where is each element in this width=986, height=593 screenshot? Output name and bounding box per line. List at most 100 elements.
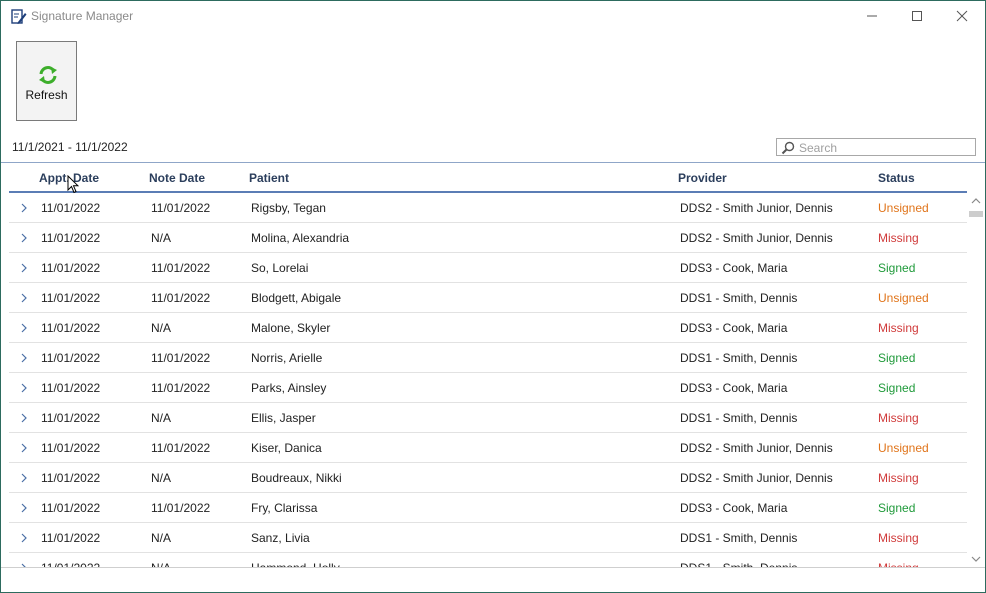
status-cell: Missing: [878, 231, 919, 245]
maximize-icon: [912, 11, 922, 21]
signatures-grid: Appt. Date Note Date Patient Provider St…: [1, 162, 985, 567]
table-row[interactable]: 11/01/2022N/AHammond, HollyDDS1 - Smith,…: [9, 553, 967, 567]
expand-chevron-icon[interactable]: [19, 292, 29, 304]
appt-date-cell: 11/01/2022: [41, 261, 101, 275]
provider-cell: DDS1 - Smith, Dennis: [680, 531, 798, 545]
table-row[interactable]: 11/01/2022 11/01/2022 Fry, Clarissa DDS3 - …: [9, 493, 967, 523]
scroll-down-icon[interactable]: [970, 555, 982, 563]
status-bar: [1, 567, 985, 592]
patient-cell: Fry, Clarissa: [251, 501, 318, 515]
patient-cell: So, Lorelai: [251, 261, 309, 275]
status-cell: Missing: [878, 411, 919, 425]
provider-cell: DDS1 - Smith, Dennis: [680, 351, 798, 365]
note-date-cell: N/A: [151, 471, 172, 485]
vertical-scrollbar[interactable]: [967, 193, 985, 567]
maximize-button[interactable]: [894, 1, 940, 31]
close-button[interactable]: [939, 1, 985, 31]
appt-date-cell: 11/01/2022: [41, 351, 101, 365]
scroll-up-icon[interactable]: [970, 197, 982, 205]
note-date-cell: N/A: [151, 411, 172, 425]
note-date-cell: 11/01/2022: [151, 291, 211, 305]
note-date-cell: N/A: [151, 231, 172, 245]
expand-chevron-icon[interactable]: [19, 262, 29, 274]
expand-chevron-icon[interactable]: [19, 202, 29, 214]
window-title: Signature Manager: [31, 9, 134, 23]
expand-chevron-icon[interactable]: [19, 502, 29, 514]
date-range-label[interactable]: 11/1/2021 - 11/1/2022: [12, 140, 128, 154]
provider-cell: DDS2 - Smith Junior, Dennis: [680, 201, 833, 215]
column-header-appt-date[interactable]: Appt. Date: [39, 171, 99, 185]
column-header-patient[interactable]: Patient: [249, 171, 289, 185]
note-date-cell: 11/01/2022: [151, 441, 211, 455]
provider-cell: DDS1 - Smith, Dennis: [680, 291, 798, 305]
expand-chevron-icon[interactable]: [19, 412, 29, 424]
appt-date-cell: 11/01/2022: [41, 441, 101, 455]
expand-chevron-icon[interactable]: [19, 232, 29, 244]
patient-cell: Molina, Alexandria: [251, 231, 350, 245]
appt-date-cell: 11/01/2022: [41, 501, 101, 515]
signature-document-icon: [11, 9, 27, 25]
minimize-icon: [867, 15, 877, 17]
appt-date-cell: 11/01/2022: [41, 291, 101, 305]
search-icon: [781, 141, 795, 155]
expand-chevron-icon[interactable]: [19, 442, 29, 454]
note-date-cell: N/A: [151, 321, 172, 335]
provider-cell: DDS2 - Smith Junior, Dennis: [680, 471, 833, 485]
note-date-cell: 11/01/2022: [151, 261, 211, 275]
table-row[interactable]: 11/01/2022 N/A Malone, Skyler DDS3 - Cook, …: [9, 313, 967, 343]
column-header-note-date[interactable]: Note Date: [149, 171, 205, 185]
title-bar: Signature Manager: [1, 1, 985, 32]
note-date-cell: 11/01/2022: [151, 351, 211, 365]
provider-cell: DDS3 - Cook, Maria: [680, 321, 788, 335]
table-row[interactable]: 11/01/2022 N/A Sanz, Livia DDS1 - Smith, De…: [9, 523, 967, 553]
column-header-provider[interactable]: Provider: [678, 171, 727, 185]
search-input[interactable]: [799, 140, 973, 155]
patient-cell: Blodgett, Abigale: [251, 291, 342, 305]
expand-chevron-icon[interactable]: [19, 472, 29, 484]
patient-cell: Kiser, Danica: [251, 441, 322, 455]
status-cell: Missing: [878, 471, 919, 485]
expand-chevron-icon[interactable]: [19, 532, 29, 544]
patient-cell: Rigsby, Tegan: [251, 201, 326, 215]
status-cell: Signed: [878, 501, 916, 515]
appt-date-cell: 11/01/2022: [41, 321, 101, 335]
table-row[interactable]: 11/01/2022 11/01/2022 So, Lorelai DDS3 - Co…: [9, 253, 967, 283]
appt-date-cell: 11/01/2022: [41, 531, 101, 545]
table-row[interactable]: 11/01/2022 N/A Molina, Alexandria DDS2 - Sm…: [9, 223, 967, 253]
status-cell: Unsigned: [878, 441, 929, 455]
table-row[interactable]: 11/01/2022 11/01/2022 Norris, Arielle DDS1 …: [9, 343, 967, 373]
expand-chevron-icon[interactable]: [19, 322, 29, 334]
patient-cell: Parks, Ainsley: [251, 381, 327, 395]
expand-chevron-icon[interactable]: [19, 382, 29, 394]
table-row[interactable]: 11/01/2022 11/01/2022 Kiser, Danica DDS2 - …: [9, 433, 967, 463]
refresh-button[interactable]: Refresh: [16, 41, 77, 121]
table-row[interactable]: 11/01/2022 N/A Boudreaux, Nikki DDS2 - Smit…: [9, 463, 967, 493]
provider-cell: DDS3 - Cook, Maria: [680, 261, 788, 275]
column-header-status[interactable]: Status: [878, 171, 915, 185]
search-box[interactable]: [776, 138, 976, 156]
refresh-label: Refresh: [25, 88, 68, 102]
patient-cell: Sanz, Livia: [251, 531, 310, 545]
status-cell: Signed: [878, 261, 916, 275]
expand-chevron-icon[interactable]: [19, 352, 29, 364]
provider-cell: DDS3 - Cook, Maria: [680, 501, 788, 515]
table-row[interactable]: 11/01/2022 11/01/2022 Parks, Ainsley DDS3 -…: [9, 373, 967, 403]
patient-cell: Malone, Skyler: [251, 321, 331, 335]
status-cell: Unsigned: [878, 201, 929, 215]
close-icon: [956, 10, 968, 22]
appt-date-cell: 11/01/2022: [41, 471, 101, 485]
status-cell: Signed: [878, 351, 916, 365]
patient-cell: Ellis, Jasper: [251, 411, 316, 425]
provider-cell: DDS2 - Smith Junior, Dennis: [680, 441, 833, 455]
provider-cell: DDS1 - Smith, Dennis: [680, 411, 798, 425]
provider-cell: DDS3 - Cook, Maria: [680, 381, 788, 395]
scrollbar-thumb[interactable]: [969, 211, 983, 217]
table-row[interactable]: 11/01/2022 11/01/2022 Rigsby, Tegan DDS2 - …: [9, 193, 967, 223]
table-row[interactable]: 11/01/2022 N/A Ellis, Jasper DDS1 - Smith, …: [9, 403, 967, 433]
minimize-button[interactable]: [849, 1, 895, 31]
table-row[interactable]: 11/01/2022 11/01/2022 Blodgett, Abigale DDS…: [9, 283, 967, 313]
grid-header: Appt. Date Note Date Patient Provider St…: [9, 163, 967, 193]
note-date-cell: 11/01/2022: [151, 501, 211, 515]
status-cell: Missing: [878, 531, 919, 545]
patient-cell: Norris, Arielle: [251, 351, 323, 365]
